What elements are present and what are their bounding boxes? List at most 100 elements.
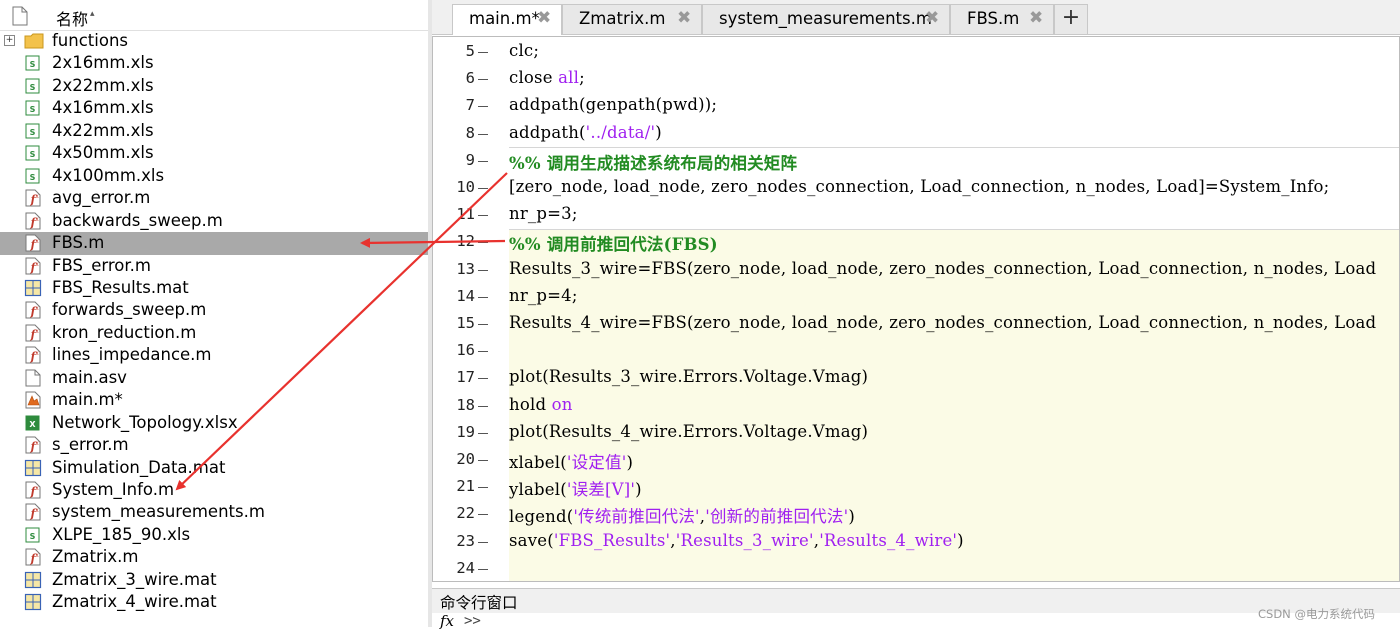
line-number-gutter: 5 6 7 8 9 10 11 12 13 14 15 16 17 18 19 20 21 22 23 24 — [433, 37, 509, 581]
tab-main-m-[interactable]: main.m* ✖ — [452, 4, 562, 35]
close-icon[interactable]: ✖ — [677, 8, 691, 28]
svg-text:S: S — [30, 105, 36, 114]
file-row[interactable]: f x Zmatrix.m — [0, 546, 428, 569]
code-line[interactable]: xlabel('设定值') — [509, 449, 633, 473]
tab-system-measurements-m[interactable]: system_measurements.m ✖ — [702, 4, 950, 34]
file-name: s_error.m — [52, 435, 129, 455]
svg-text:X: X — [29, 420, 36, 429]
file-row[interactable]: S 4x50mm.xls — [0, 142, 428, 165]
line-marker — [478, 460, 488, 461]
line-number: 18 — [456, 395, 475, 414]
line-number: 22 — [456, 504, 475, 523]
line-marker — [478, 514, 488, 516]
code-line[interactable]: clc; — [509, 41, 539, 60]
line-marker — [478, 405, 488, 407]
code-token: ylabel( — [509, 480, 567, 500]
svg-text:x: x — [35, 552, 39, 559]
line-number: 13 — [456, 259, 475, 278]
file-row[interactable]: FBS_Results.mat — [0, 277, 428, 300]
code-line[interactable]: %% 调用前推回代法(FBS) — [509, 231, 718, 255]
file-row[interactable]: X Network_Topology.xlsx — [0, 412, 428, 435]
code-line[interactable]: %% 调用生成描述系统布局的相关矩阵 — [509, 150, 797, 174]
file-row[interactable]: f x backwards_sweep.m — [0, 210, 428, 233]
code-line[interactable]: nr_p=3; — [509, 204, 578, 223]
code-token: hold — [509, 394, 552, 414]
svg-text:x: x — [35, 261, 39, 268]
code-editor[interactable]: 5 6 7 8 9 10 11 12 13 14 15 16 17 18 19 20 21 22 23 24 clc;… — [432, 36, 1400, 582]
tab-zmatrix-m[interactable]: Zmatrix.m ✖ — [562, 4, 702, 34]
m-file-icon: fx — [24, 301, 42, 319]
code-token: xlabel( — [509, 453, 567, 472]
file-row[interactable]: Zmatrix_4_wire.mat — [0, 591, 428, 614]
file-row[interactable]: S 2x22mm.xls — [0, 75, 428, 98]
svg-text:x: x — [35, 238, 39, 245]
line-number: 8 — [465, 123, 475, 142]
file-row[interactable]: f x avg_error.m — [0, 187, 428, 210]
file-row[interactable]: f x lines_impedance.m — [0, 344, 428, 367]
code-line[interactable]: hold on — [509, 395, 573, 414]
code-token: ; — [579, 68, 585, 88]
line-number: 9 — [465, 150, 475, 169]
sort-ascending-icon[interactable]: ▴ — [90, 9, 95, 19]
code-line[interactable]: plot(Results_3_wire.Errors.Voltage.Vmag) — [509, 367, 868, 386]
xls-file-icon: S — [24, 144, 42, 162]
file-row[interactable]: Zmatrix_3_wire.mat — [0, 569, 428, 592]
close-icon[interactable]: ✖ — [925, 8, 939, 28]
file-name: Zmatrix.m — [52, 547, 139, 567]
new-tab-button[interactable]: + — [1054, 4, 1088, 34]
code-line[interactable]: addpath('../data/') — [509, 123, 662, 142]
line-marker — [478, 351, 488, 353]
file-row[interactable]: f x system_measurements.m — [0, 501, 428, 524]
xls-file-icon: S — [24, 526, 42, 544]
code-line[interactable]: ylabel('误差[V]') — [509, 476, 642, 500]
code-line[interactable]: addpath(genpath(pwd)); — [509, 95, 717, 114]
code-line[interactable]: [zero_node, load_node, zero_nodes_connec… — [509, 177, 1329, 196]
tab-label: main.m* — [469, 9, 540, 28]
line-number: 10 — [456, 178, 475, 196]
code-token: nr_p=4; — [509, 285, 578, 305]
file-row[interactable]: S 4x16mm.xls — [0, 97, 428, 120]
expand-icon[interactable]: + — [4, 35, 15, 46]
file-row[interactable]: + functions — [0, 30, 428, 53]
file-row[interactable]: f x FBS_error.m — [0, 255, 428, 278]
code-line[interactable]: Results_4_wire=FBS(zero_node, load_node,… — [509, 313, 1376, 332]
line-marker — [478, 133, 488, 135]
file-row[interactable]: Simulation_Data.mat — [0, 457, 428, 480]
close-icon[interactable]: ✖ — [537, 8, 551, 28]
document-icon — [12, 6, 28, 26]
mat-file-icon — [24, 279, 42, 297]
file-row[interactable]: f x FBS.m — [0, 232, 428, 255]
code-line[interactable]: close all; — [509, 68, 585, 87]
file-name: 4x50mm.xls — [52, 143, 154, 163]
code-line[interactable]: plot(Results_4_wire.Errors.Voltage.Vmag) — [509, 422, 868, 441]
file-name: 4x16mm.xls — [52, 98, 154, 118]
file-row[interactable]: S 2x16mm.xls — [0, 52, 428, 75]
excel-file-icon: X — [24, 414, 42, 432]
code-line[interactable]: save('FBS_Results','Results_3_wire','Res… — [509, 531, 964, 550]
file-row[interactable]: S XLPE_185_90.xls — [0, 524, 428, 547]
close-icon[interactable]: ✖ — [1029, 8, 1043, 28]
file-name: FBS_Results.mat — [52, 277, 189, 297]
file-row[interactable]: main.asv — [0, 367, 428, 390]
tab-fbs-m[interactable]: FBS.m ✖ — [950, 4, 1054, 34]
line-marker — [478, 541, 488, 543]
file-row[interactable]: S 4x22mm.xls — [0, 120, 428, 143]
file-name: Simulation_Data.mat — [52, 457, 226, 477]
code-line[interactable]: Results_3_wire=FBS(zero_node, load_node,… — [509, 259, 1376, 278]
file-row[interactable]: S 4x100mm.xls — [0, 165, 428, 188]
xls-file-icon: S — [24, 122, 42, 140]
code-token: nr_p=3; — [509, 204, 578, 224]
file-row[interactable]: f x kron_reduction.m — [0, 322, 428, 345]
xls-file-icon: S — [24, 77, 42, 95]
m-file-icon: fx — [24, 324, 42, 342]
file-row[interactable]: f x System_Info.m — [0, 479, 428, 502]
file-row[interactable]: f x s_error.m — [0, 434, 428, 457]
file-row[interactable]: f x forwards_sweep.m — [0, 299, 428, 322]
name-column-header[interactable]: 名称 — [56, 6, 88, 30]
code-line[interactable]: legend('传统前推回代法','创新的前推回代法') — [509, 503, 855, 527]
file-row[interactable]: main.m* — [0, 389, 428, 412]
function-browser-icon[interactable]: fx — [440, 612, 454, 630]
code-line[interactable]: nr_p=4; — [509, 286, 578, 305]
m-file-icon: fx — [24, 548, 42, 566]
line-number: 19 — [456, 422, 475, 441]
